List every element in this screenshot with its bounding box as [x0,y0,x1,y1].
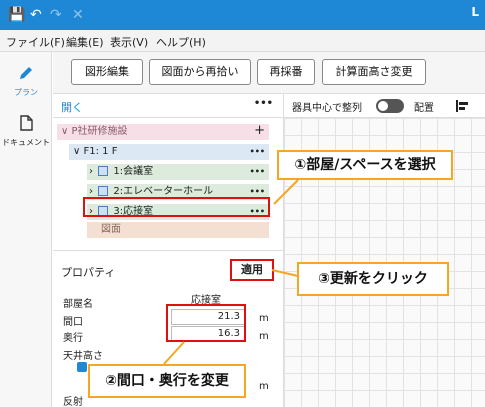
properties-title: プロパティ [61,266,116,279]
room-tree: ∨ P社研修施設 + ∨ F1: 1 F ••• › 1:会議室 ••• › 2… [53,118,283,250]
callout-arrow-icon [271,269,299,277]
tree-room-1[interactable]: › 1:会議室 ••• [87,164,269,180]
reimport-button[interactable]: 図面から再拾い [149,59,251,85]
align-toggle[interactable] [376,99,404,113]
calc-height-button[interactable]: 計算面高さ変更 [322,59,426,85]
toggle-knob [378,101,388,111]
room-label: 1:会議室 [113,166,154,177]
panel-more-icon[interactable]: ••• [254,98,273,109]
title-bar: 💾 ↶ ↷ ✕ L [0,0,485,30]
tree-floor[interactable]: ∨ F1: 1 F ••• [69,144,269,160]
nav-document[interactable]: ドキュメント [0,114,52,148]
save-icon[interactable]: 💾 [8,7,25,23]
nav-plan-label: プラン [14,88,38,97]
room-icon [98,186,109,196]
canvas-toolbar: 器具中心で整列 配置 [283,94,485,118]
ceiling-unit: m [259,381,269,392]
reflect-label: 反射 [63,397,83,407]
menu-help[interactable]: ヘルプ(H) [156,34,206,50]
open-link[interactable]: 開く [61,99,83,115]
room-more-icon[interactable]: ••• [250,164,265,180]
callout-arrow-icon [163,341,185,365]
app-title-fragment: L [471,5,479,19]
align-center-label: 器具中心で整列 [292,103,362,114]
menu-edit[interactable]: 編集(E) [66,34,104,50]
place-label: 配置 [414,103,434,114]
callout-arrow-icon [273,179,299,205]
chevron-right-icon: › [89,166,93,177]
tree-floor-label: F1: 1 F [83,146,118,157]
callout-select-room: ①部屋/スペースを選択 [277,150,453,180]
checkbox-icon[interactable] [77,362,87,372]
menu-bar: ファイル(F) 編集(E) 表示(V) ヘルプ(H) [0,30,485,52]
left-nav: プラン ドキュメント [0,52,52,407]
tree-root-label: P社研修施設 [71,126,128,137]
panel-header: 開く ••• [53,94,283,118]
nav-document-label: ドキュメント [2,138,50,147]
add-icon[interactable]: + [254,124,265,138]
menu-view[interactable]: 表示(V) [110,34,148,50]
ceiling-label: 天井高さ [63,351,103,362]
chevron-down-icon: ∨ [61,126,69,137]
edit-shape-button[interactable]: 図形編集 [71,59,143,85]
depth-unit: m [259,331,269,342]
tree-drawing[interactable]: 図面 [87,222,269,238]
floor-more-icon[interactable]: ••• [250,144,265,160]
room-label: 2:エレベーターホール [113,186,214,197]
renumber-button[interactable]: 再採番 [257,59,315,85]
chevron-right-icon: › [89,186,93,197]
room-name-label: 部屋名 [63,299,93,310]
width-unit: m [259,313,269,324]
close-icon[interactable]: ✕ [72,7,84,23]
document-icon [20,115,33,131]
width-label: 間口 [63,317,83,328]
depth-label: 奥行 [63,333,83,344]
pencil-icon [20,67,32,79]
menu-file[interactable]: ファイル(F) [6,34,65,50]
nav-plan[interactable]: プラン [0,64,52,98]
callout-change-dimensions: ②間口・奥行を変更 [88,364,246,398]
tree-root[interactable]: ∨ P社研修施設 + [57,124,269,140]
dimension-inputs-highlight [166,304,246,342]
apply-button[interactable]: 適用 [230,259,274,281]
selected-room-highlight [83,197,270,217]
callout-click-update: ③更新をクリック [297,262,449,296]
chevron-down-icon: ∨ [73,146,81,157]
redo-icon[interactable]: ↷ [50,7,62,23]
align-left-icon[interactable] [454,98,470,114]
drawing-label: 図面 [101,224,121,235]
main-toolbar: 図形編集 図面から再拾い 再採番 計算面高さ変更 [53,52,485,94]
room-icon [98,166,109,176]
undo-icon[interactable]: ↶ [30,7,42,23]
